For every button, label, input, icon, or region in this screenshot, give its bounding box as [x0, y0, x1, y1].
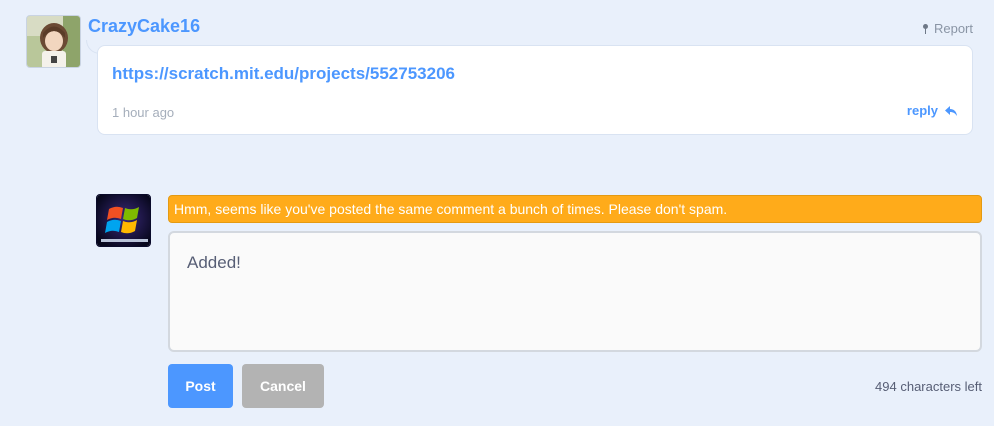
report-button[interactable]: Report [922, 21, 973, 36]
cancel-button[interactable]: Cancel [242, 364, 324, 408]
windows-logo-avatar-image [97, 195, 150, 246]
report-pin-icon [922, 23, 928, 34]
commenter-avatar-image [27, 16, 80, 67]
reply-label: reply [906, 103, 938, 118]
report-label: Report [933, 21, 973, 36]
comment-project-link[interactable]: https://scratch.mit.edu/projects/5527532… [112, 64, 455, 84]
commenter-avatar[interactable] [26, 15, 81, 68]
current-user-avatar[interactable] [96, 194, 151, 247]
comment-timestamp: 1 hour ago [112, 105, 175, 120]
commenter-username[interactable]: CrazyCake16 [88, 16, 200, 37]
comment-bubble: https://scratch.mit.edu/projects/5527532… [97, 45, 973, 135]
characters-left-counter: 494 characters left [875, 379, 982, 394]
comment-textarea[interactable]: Added! [168, 231, 982, 352]
reply-button[interactable]: reply [907, 103, 958, 118]
post-button[interactable]: Post [168, 364, 233, 408]
reply-arrow-icon [945, 105, 957, 116]
spam-warning-alert: Hmm, seems like you've posted the same c… [168, 195, 982, 223]
